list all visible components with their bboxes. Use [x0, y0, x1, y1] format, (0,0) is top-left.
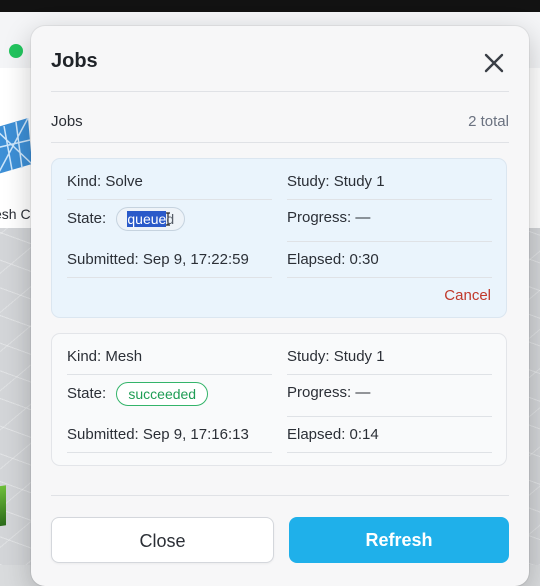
field-key: Progress:	[287, 209, 352, 226]
header-divider	[51, 91, 509, 92]
field-key: Study:	[287, 348, 330, 365]
field-value: —	[355, 209, 371, 226]
job-kind: Kind: Solve	[67, 173, 143, 190]
section-label: Jobs	[51, 113, 83, 130]
job-state: State: succeeded	[67, 382, 209, 406]
row-divider	[287, 199, 492, 200]
close-button[interactable]: Close	[51, 517, 274, 563]
row-divider	[287, 374, 492, 375]
status-badge[interactable]: queued	[116, 207, 186, 231]
job-kind: Kind: Mesh	[67, 348, 142, 365]
job-submitted: Submitted: Sep 9, 17:16:13	[67, 426, 249, 443]
field-value: Sep 9, 17:16:13	[142, 426, 249, 443]
thumbnail-label: esh C	[0, 206, 31, 222]
field-key: Submitted:	[67, 426, 139, 443]
job-elapsed: Elapsed: 0:14	[287, 426, 379, 443]
section-divider	[51, 142, 509, 143]
badge-text: d	[166, 211, 175, 227]
selected-text: queue	[127, 211, 167, 227]
field-key: Submitted:	[67, 251, 139, 268]
row-divider	[67, 374, 272, 375]
field-key: Elapsed:	[287, 251, 346, 268]
top-system-bar	[0, 0, 540, 12]
row-divider	[287, 452, 492, 453]
field-key: State:	[67, 384, 107, 402]
status-dot-icon	[9, 44, 23, 58]
field-key: Progress:	[287, 384, 352, 401]
field-value: Sep 9, 17:22:59	[142, 251, 249, 268]
row-divider	[287, 241, 492, 242]
job-study: Study: Study 1	[287, 348, 385, 365]
viewport-object	[0, 485, 6, 527]
jobs-dialog: Jobs Jobs 2 total Kind: Solve Study: Stu…	[31, 26, 529, 586]
status-badge: succeeded	[116, 382, 209, 406]
footer-divider	[51, 495, 509, 496]
job-count: 2 total	[468, 113, 509, 130]
mesh-thumbnail-icon	[0, 118, 33, 174]
job-card: Kind: Mesh Study: Study 1 State: succeed…	[51, 333, 507, 466]
field-key: Elapsed:	[287, 426, 346, 443]
cancel-job-button[interactable]: Cancel	[444, 287, 491, 304]
row-divider	[67, 199, 272, 200]
row-divider	[287, 416, 492, 417]
job-study: Study: Study 1	[287, 173, 385, 190]
field-value: Study 1	[333, 348, 385, 365]
job-progress: Progress: —	[287, 384, 370, 401]
field-key: Kind:	[67, 173, 102, 190]
field-key: Study:	[287, 173, 330, 190]
field-value: 0:30	[349, 251, 379, 268]
field-value: Study 1	[333, 173, 385, 190]
field-value: —	[355, 384, 371, 401]
job-state: State: queued	[67, 207, 186, 231]
refresh-button[interactable]: Refresh	[289, 517, 509, 563]
field-key: Kind:	[67, 348, 102, 365]
field-value: Mesh	[105, 348, 143, 365]
job-card: Kind: Solve Study: Study 1 State: queued…	[51, 158, 507, 318]
job-progress: Progress: —	[287, 209, 370, 226]
row-divider	[67, 277, 272, 278]
row-divider	[67, 452, 272, 453]
field-value: Solve	[105, 173, 143, 190]
job-elapsed: Elapsed: 0:30	[287, 251, 379, 268]
close-icon[interactable]	[477, 46, 511, 80]
row-divider	[287, 277, 492, 278]
job-submitted: Submitted: Sep 9, 17:22:59	[67, 251, 249, 268]
field-key: State:	[67, 209, 107, 227]
field-value: 0:14	[349, 426, 379, 443]
dialog-title: Jobs	[51, 50, 98, 72]
